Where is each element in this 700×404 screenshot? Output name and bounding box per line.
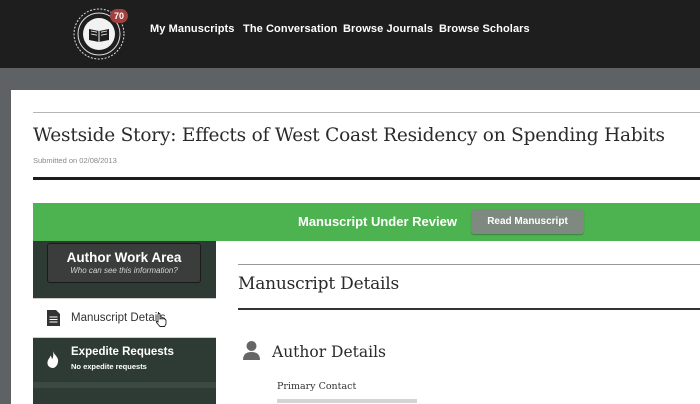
person-icon [243,341,260,360]
document-icon [47,310,60,326]
review-status-bar: Manuscript Under Review Read Manuscript [33,203,700,241]
primary-contact-label: Primary Contact [277,381,357,392]
sidebar-item-label: Manuscript Details [71,312,166,324]
flame-icon [47,351,59,368]
work-area-title: Author Work Area [66,250,182,265]
top-navigation-bar: 70 My Manuscripts The Conversation Brows… [0,0,700,68]
sidebar-item-next[interactable] [33,382,216,388]
heading-divider [238,308,700,310]
divider [33,112,700,113]
primary-contact-email [277,399,417,403]
notification-badge[interactable]: 70 [110,9,128,23]
sidebar-item-manuscript-details[interactable]: Manuscript Details [33,298,216,338]
title-divider [33,177,700,180]
sidebar-item-label: Expedite Requests [71,346,174,358]
sidebar-item-sublabel: No expedite requests [71,362,147,371]
read-manuscript-button[interactable]: Read Manuscript [471,209,584,234]
manuscript-details-heading: Manuscript Details [238,274,400,294]
page-content: Westside Story: Effects of West Coast Re… [11,90,700,404]
nav-browse-journals[interactable]: Browse Journals [343,0,433,58]
divider [238,264,700,265]
hand-cursor-icon [155,313,167,327]
author-details-heading: Author Details [272,343,386,361]
nav-the-conversation[interactable]: The Conversation [243,0,338,58]
author-sidebar: Author Work Area Who can see this inform… [33,241,216,404]
nav-my-manuscripts[interactable]: My Manuscripts [150,0,235,58]
work-area-visibility-link[interactable]: Who can see this information? [48,266,200,275]
sidebar-item-expedite-requests[interactable]: Expedite Requests No expedite requests [33,340,216,380]
author-work-area-panel[interactable]: Author Work Area Who can see this inform… [47,243,201,283]
nav-browse-scholars[interactable]: Browse Scholars [439,0,530,58]
manuscript-title: Westside Story: Effects of West Coast Re… [33,125,665,146]
review-status-text: Manuscript Under Review [298,214,457,229]
submitted-date: Submitted on 02/08/2013 [33,156,117,165]
